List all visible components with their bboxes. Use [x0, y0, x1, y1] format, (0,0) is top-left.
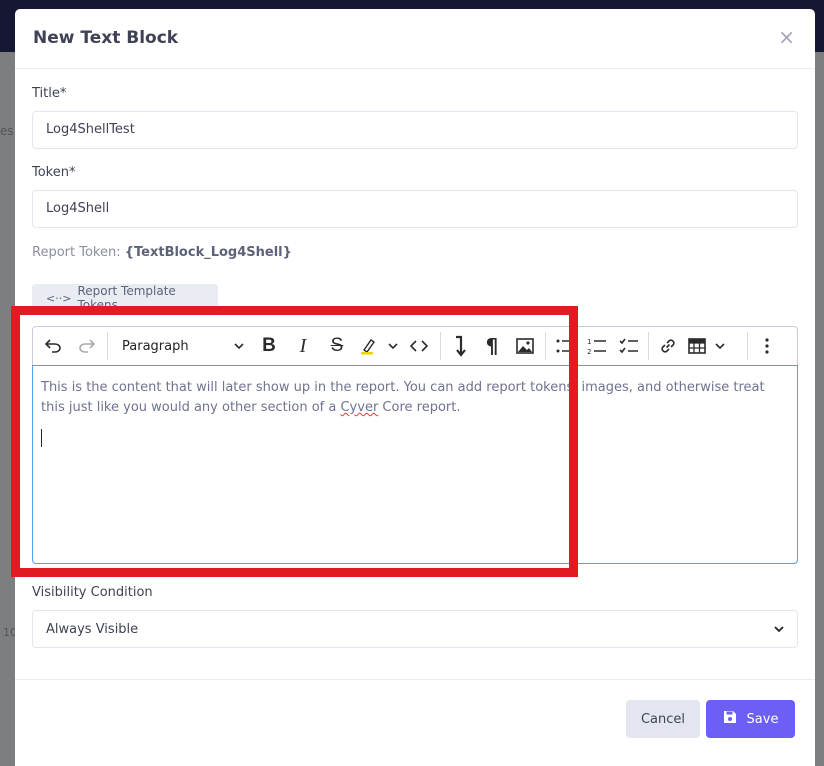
new-text-block-modal: New Text Block × Title* Log4ShellTest To… — [15, 9, 815, 766]
chevron-down-icon — [774, 622, 784, 637]
toolbar-separator — [545, 332, 546, 360]
paragraph-mark-icon[interactable]: ¶ — [475, 330, 509, 362]
bold-icon[interactable]: B — [252, 330, 286, 362]
bulleted-list-icon[interactable] — [550, 330, 580, 362]
title-label: Title* — [32, 86, 67, 101]
link-icon[interactable] — [653, 330, 683, 362]
todo-list-icon[interactable] — [614, 330, 644, 362]
chevron-down-icon[interactable] — [384, 330, 402, 362]
report-template-tokens-label: Report Template Tokens — [77, 284, 176, 312]
save-button-label: Save — [746, 711, 779, 727]
title-field[interactable]: Log4ShellTest — [32, 111, 798, 149]
paragraph-style-label: Paragraph — [122, 338, 189, 354]
visibility-condition-value: Always Visible — [46, 621, 139, 637]
paragraph-style-dropdown[interactable]: Paragraph — [112, 330, 252, 362]
misspelled-word: Cyver — [340, 400, 379, 415]
more-options-icon[interactable] — [752, 330, 782, 362]
redo-icon[interactable] — [71, 330, 103, 362]
floppy-disk-icon — [723, 710, 737, 728]
toolbar-separator — [747, 332, 748, 360]
toolbar-separator — [107, 332, 108, 360]
svg-text:2: 2 — [587, 348, 591, 355]
italic-icon[interactable]: I — [286, 330, 320, 362]
code-arrows-icon: <··> — [46, 291, 72, 305]
report-token-label: Report Token: — [32, 245, 121, 260]
numbered-list-icon[interactable]: 12 — [580, 330, 614, 362]
modal-header: New Text Block × — [15, 9, 815, 69]
text-caret — [41, 429, 42, 447]
toolbar-separator — [440, 332, 441, 360]
close-icon[interactable]: × — [778, 27, 795, 47]
svg-text:1: 1 — [587, 338, 591, 346]
strikethrough-icon[interactable]: S — [320, 330, 354, 362]
report-template-tokens-button[interactable]: <··> Report Template Tokens — [32, 284, 218, 312]
background-text-fragment: es — [0, 124, 14, 138]
save-button[interactable]: Save — [706, 700, 795, 738]
rich-text-editor[interactable]: This is the content that will later show… — [32, 365, 798, 564]
chevron-down-icon[interactable] — [711, 330, 729, 362]
report-token-value: {TextBlock_Log4Shell} — [124, 245, 292, 260]
chevron-down-icon — [234, 342, 244, 350]
toolbar-separator — [648, 332, 649, 360]
table-icon[interactable] — [683, 330, 711, 362]
report-token: Report Token: {TextBlock_Log4Shell} — [32, 245, 292, 260]
page-break-icon[interactable] — [445, 330, 475, 362]
editor-toolbar: Paragraph B I S ¶ 12 — [32, 326, 798, 366]
modal-title: New Text Block — [33, 28, 179, 48]
highlight-icon[interactable] — [354, 330, 384, 362]
visibility-condition-label: Visibility Condition — [32, 585, 153, 600]
editor-content-text-end: Core report. — [378, 400, 461, 415]
token-field[interactable]: Log4Shell — [32, 190, 798, 228]
token-label: Token* — [32, 165, 76, 180]
code-icon[interactable] — [402, 330, 436, 362]
image-icon[interactable] — [509, 330, 541, 362]
cancel-button[interactable]: Cancel — [626, 700, 700, 738]
visibility-condition-select[interactable]: Always Visible — [32, 610, 798, 648]
undo-icon[interactable] — [35, 330, 71, 362]
